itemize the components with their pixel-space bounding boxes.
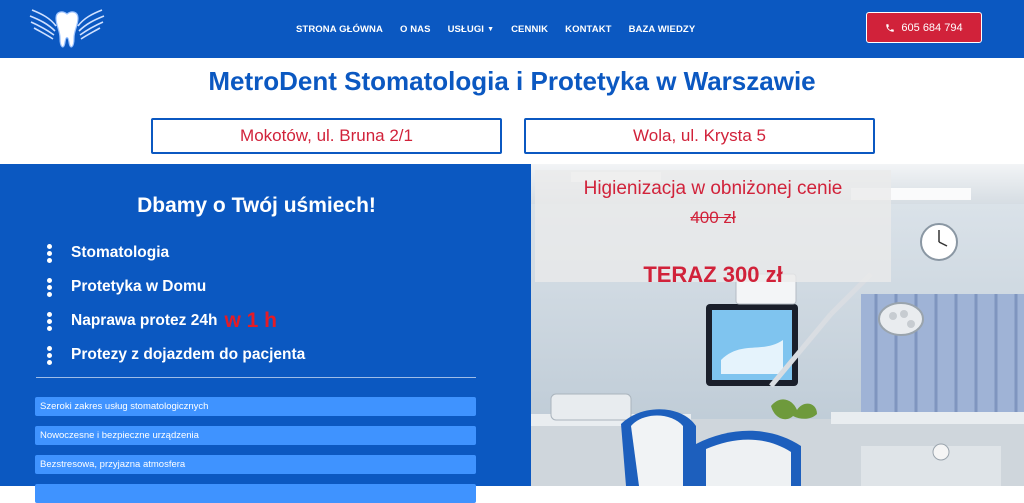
services-list: Stomatologia Protetyka w Domu Naprawa pr… xyxy=(46,236,305,372)
list-item: Stomatologia xyxy=(46,236,305,270)
vertical-dots-icon xyxy=(47,345,71,366)
nav-knowledge-base-label: BAZA WIEDZY xyxy=(628,23,696,35)
vertical-dots-icon xyxy=(47,311,71,332)
promo-title: Higienizacja w obniżonej cenie xyxy=(583,178,843,199)
nav-contact[interactable]: KONTAKT xyxy=(565,24,611,35)
nav-knowledge-base[interactable]: BAZA WIEDZY xyxy=(629,24,696,35)
feature-item[interactable]: Bezstresowa, przyjazna atmosfera xyxy=(35,455,476,474)
nav-pricing-label: CENNIK xyxy=(511,23,549,35)
phone-number: 605 684 794 xyxy=(901,21,963,34)
location-wola-button[interactable]: Wola, ul. Krysta 5 xyxy=(524,118,875,154)
location-mokotow-button[interactable]: Mokotów, ul. Bruna 2/1 xyxy=(151,118,502,154)
vertical-dots-icon xyxy=(47,243,71,264)
list-item: Protezy z dojazdem do pacjenta xyxy=(46,338,305,372)
main-navigation: STRONA GŁÓWNA O NAS USŁUGI ▼ CENNIK KONTA… xyxy=(296,0,712,58)
divider xyxy=(36,377,476,378)
nav-home[interactable]: STRONA GŁÓWNA xyxy=(296,24,383,35)
top-navigation-bar: STRONA GŁÓWNA O NAS USŁUGI ▼ CENNIK KONTA… xyxy=(0,0,1024,58)
nav-home-label: STRONA GŁÓWNA xyxy=(296,23,383,35)
promo-new-price: TERAZ 300 zł xyxy=(643,262,783,287)
service-label: Protezy z dojazdem do pacjenta xyxy=(71,346,306,363)
phone-call-button[interactable]: 605 684 794 xyxy=(866,12,982,43)
services-panel: Dbamy o Twój uśmiech! Stomatologia Prote… xyxy=(0,164,531,503)
clinic-photo: Higienizacja w obniżonej cenie 400 zł TE… xyxy=(531,164,1024,486)
chevron-down-icon: ▼ xyxy=(487,25,495,33)
promo-old-price: 400 zł xyxy=(690,208,736,227)
service-label: Protetyka w Domu xyxy=(71,278,207,295)
nav-services[interactable]: USŁUGI ▼ xyxy=(448,24,495,35)
promo-box: Higienizacja w obniżonej cenie 400 zł TE… xyxy=(535,170,891,287)
list-item: Protetyka w Domu xyxy=(46,270,305,304)
service-highlight: w 1 h xyxy=(224,309,277,332)
feature-item[interactable]: Szeroki zakres usług stomatologicznych xyxy=(35,397,476,416)
vertical-dots-icon xyxy=(47,277,71,298)
winged-tooth-logo[interactable] xyxy=(28,4,106,52)
page-title: MetroDent Stomatologia i Protetyka w War… xyxy=(208,66,816,96)
service-label: Naprawa protez 24h xyxy=(71,312,218,329)
list-item: Naprawa protez 24h w 1 h xyxy=(46,304,305,338)
feature-item[interactable]: Nowoczesne i bezpieczne urządzenia xyxy=(35,426,476,445)
services-heading: Dbamy o Twój uśmiech! xyxy=(137,194,376,217)
nav-about[interactable]: O NAS xyxy=(400,24,431,35)
nav-services-label: USŁUGI xyxy=(447,23,485,35)
nav-about-label: O NAS xyxy=(399,23,431,35)
nav-pricing[interactable]: CENNIK xyxy=(511,24,548,35)
service-label: Stomatologia xyxy=(71,244,170,261)
phone-icon xyxy=(885,23,895,33)
feature-item[interactable] xyxy=(35,484,476,503)
nav-contact-label: KONTAKT xyxy=(565,23,612,35)
